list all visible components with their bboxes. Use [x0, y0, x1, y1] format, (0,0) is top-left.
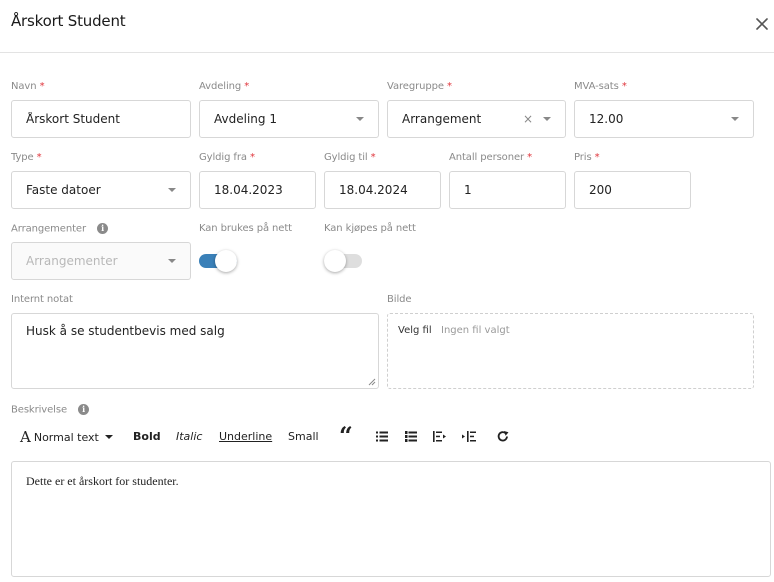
- mva-select[interactable]: 12.00: [574, 100, 754, 138]
- chevron-down-icon: [543, 117, 551, 121]
- underline-button[interactable]: Underline: [219, 430, 272, 443]
- unordered-list-icon[interactable]: [376, 431, 388, 442]
- bilde-file-input[interactable]: Velg fil Ingen fil valgt: [387, 313, 754, 389]
- italic-button[interactable]: Italic: [176, 430, 202, 443]
- gyldig-fra-input[interactable]: 18.04.2023: [199, 171, 316, 209]
- navn-input[interactable]: Årskort Student: [11, 100, 191, 138]
- chevron-down-icon: [356, 117, 364, 121]
- kan-brukes-label: Kan brukes på nett: [199, 223, 292, 234]
- text-style-dropdown[interactable]: A Normal text: [20, 428, 113, 446]
- navn-label: Navn *: [11, 81, 45, 92]
- type-label: Type *: [11, 152, 42, 163]
- bold-button[interactable]: Bold: [133, 430, 161, 443]
- kan-kjopes-label: Kan kjøpes på nett: [324, 223, 416, 234]
- redo-icon[interactable]: [497, 430, 510, 442]
- bilde-label: Bilde: [387, 294, 412, 305]
- arrangementer-select[interactable]: Arrangementer: [11, 242, 191, 280]
- pris-label: Pris *: [574, 152, 600, 163]
- font-icon: A: [20, 428, 31, 446]
- close-icon[interactable]: [752, 14, 772, 34]
- resize-handle-icon[interactable]: [368, 378, 376, 386]
- clear-icon[interactable]: ×: [523, 112, 533, 126]
- chevron-down-icon: [731, 117, 739, 121]
- antall-personer-input[interactable]: 1: [449, 171, 566, 209]
- antall-personer-label: Antall personer *: [449, 152, 533, 163]
- small-button[interactable]: Small: [288, 430, 319, 443]
- pris-input[interactable]: 200: [574, 171, 691, 209]
- modal-title: Årskort Student: [11, 12, 126, 30]
- arrangementer-label: Arrangementer i: [11, 223, 109, 235]
- info-icon[interactable]: i: [97, 223, 109, 234]
- varegruppe-select[interactable]: Arrangement ×: [387, 100, 566, 138]
- gyldig-til-label: Gyldig til *: [324, 152, 376, 163]
- choose-file-button[interactable]: Velg fil: [398, 325, 432, 336]
- chevron-down-icon: [104, 435, 113, 439]
- ordered-list-icon[interactable]: [405, 431, 417, 442]
- file-status: Ingen fil valgt: [441, 325, 510, 336]
- blockquote-icon[interactable]: “: [339, 424, 353, 448]
- avdeling-label: Avdeling *: [199, 81, 250, 92]
- kan-brukes-toggle[interactable]: [199, 250, 237, 272]
- modal-header: Årskort Student: [0, 0, 774, 53]
- varegruppe-label: Varegruppe *: [387, 81, 452, 92]
- gyldig-til-input[interactable]: 18.04.2024: [324, 171, 441, 209]
- kan-kjopes-toggle[interactable]: [324, 250, 362, 272]
- avdeling-select[interactable]: Avdeling 1: [199, 100, 379, 138]
- internt-notat-textarea[interactable]: Husk å se studentbevis med salg: [11, 313, 379, 389]
- info-icon[interactable]: i: [78, 404, 90, 415]
- mva-label: MVA-sats *: [574, 81, 627, 92]
- gyldig-fra-label: Gyldig fra *: [199, 152, 255, 163]
- indent-icon[interactable]: [462, 431, 476, 442]
- type-select[interactable]: Faste datoer: [11, 171, 191, 209]
- beskrivelse-label: Beskrivelse i: [11, 404, 90, 416]
- outdent-icon[interactable]: [433, 431, 447, 442]
- chevron-down-icon: [168, 259, 176, 263]
- beskrivelse-editor[interactable]: Dette er et årskort for studenter.: [11, 461, 771, 577]
- internt-notat-label: Internt notat: [11, 294, 73, 305]
- chevron-down-icon: [168, 188, 176, 192]
